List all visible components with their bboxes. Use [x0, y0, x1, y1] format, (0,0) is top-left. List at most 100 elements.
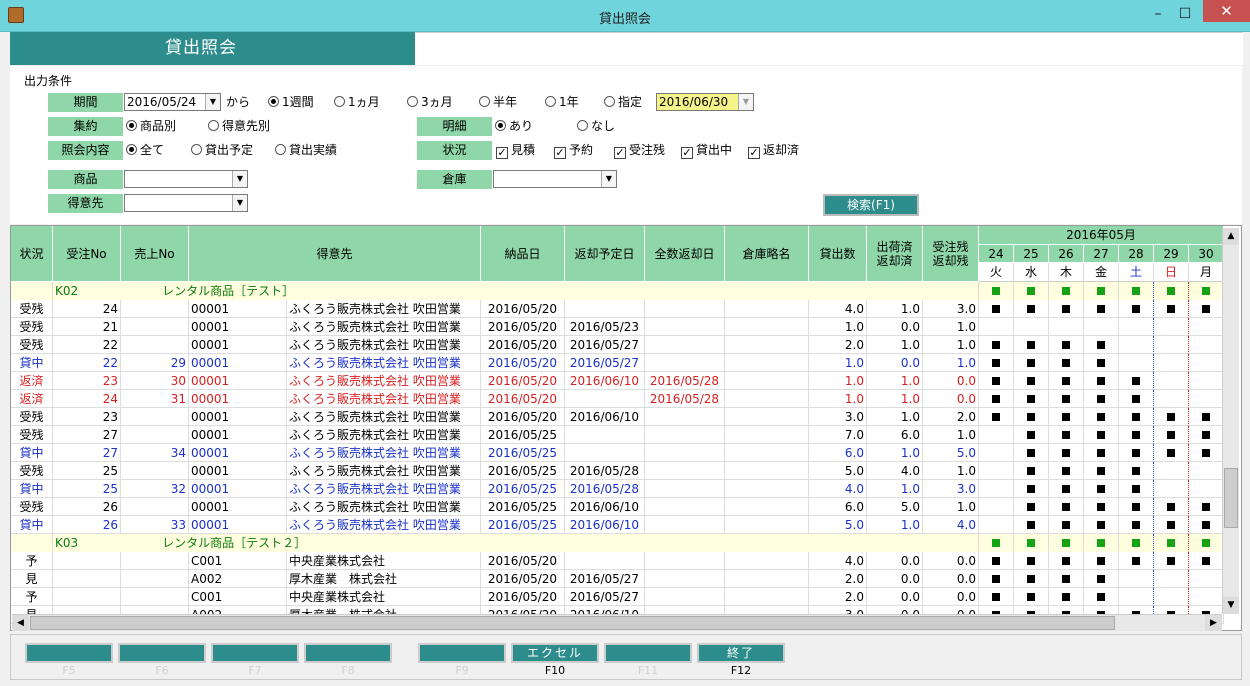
radio-icon[interactable]	[577, 120, 588, 131]
group-row[interactable]: K02 レンタル商品［テスト］	[11, 282, 1225, 300]
radio-icon[interactable]	[407, 96, 418, 107]
radio-icon[interactable]	[126, 120, 137, 131]
product-select[interactable]: ▼	[124, 170, 248, 188]
aggregate-opt-product[interactable]: 商品別	[126, 117, 176, 136]
horizontal-scrollbar[interactable]: ◀ ▶	[12, 614, 1222, 631]
table-row[interactable]: 貸中 25 32 00001 ふくろう販売株式会社 吹田営業 2016/05/25 2016…	[11, 480, 1225, 498]
radio-icon[interactable]	[275, 144, 286, 155]
specified-date[interactable]: 2016/06/30 ▼	[656, 93, 754, 111]
checkbox-icon[interactable]: ✓	[554, 147, 566, 159]
scroll-left-icon[interactable]: ◀	[12, 615, 29, 631]
column-header-remaining[interactable]: 受注残 返却残	[923, 226, 979, 282]
column-header-order-no[interactable]: 受注No	[53, 226, 121, 282]
radio-icon[interactable]	[604, 96, 615, 107]
period-opt-1week[interactable]: 1週間	[268, 93, 314, 112]
table-row[interactable]: 貸中 27 34 00001 ふくろう販売株式会社 吹田営業 2016/05/25 6.0 1…	[11, 444, 1225, 462]
column-header-warehouse[interactable]: 倉庫略名	[725, 226, 809, 282]
status-chk-reserve[interactable]: ✓ 予約	[554, 141, 593, 160]
checkbox-icon[interactable]: ✓	[496, 147, 508, 159]
scroll-up-icon[interactable]: ▲	[1223, 228, 1239, 245]
table-cell: 受残	[11, 462, 53, 480]
chevron-down-icon[interactable]: ▼	[738, 94, 753, 110]
group-row[interactable]: K03 レンタル商品［テスト２］	[11, 534, 1225, 552]
radio-icon[interactable]	[545, 96, 556, 107]
period-opt-1year[interactable]: 1年	[545, 93, 579, 112]
column-header-status[interactable]: 状況	[11, 226, 53, 282]
checkbox-icon[interactable]: ✓	[748, 147, 760, 159]
column-header-delivery-date[interactable]: 納品日	[481, 226, 565, 282]
fkey-f6-button[interactable]	[118, 643, 206, 663]
table-row[interactable]: 受残 27 00001 ふくろう販売株式会社 吹田営業 2016/05/25 7.0 6.0…	[11, 426, 1225, 444]
status-chk-estimate[interactable]: ✓ 見積	[496, 141, 535, 160]
chevron-down-icon[interactable]: ▼	[205, 94, 220, 110]
fkey-f8-button[interactable]	[304, 643, 392, 663]
chevron-down-icon[interactable]: ▼	[232, 171, 247, 187]
radio-icon[interactable]	[479, 96, 490, 107]
radio-icon[interactable]	[191, 144, 202, 155]
scroll-right-icon[interactable]: ▶	[1205, 615, 1222, 631]
column-header-full-return[interactable]: 全数返却日	[645, 226, 725, 282]
minimize-icon[interactable]: –	[1145, 4, 1171, 24]
table-cell: 2016/05/27	[565, 354, 645, 372]
table-row[interactable]: 受残 21 00001 ふくろう販売株式会社 吹田営業 2016/05/20 2016/0…	[11, 318, 1225, 336]
period-opt-3month[interactable]: 3ヵ月	[407, 93, 453, 112]
fkey-f10-button[interactable]: エクセル	[511, 643, 599, 663]
radio-icon[interactable]	[495, 120, 506, 131]
table-cell	[645, 462, 725, 480]
checkbox-icon[interactable]: ✓	[614, 147, 626, 159]
table-cell: 29	[121, 354, 189, 372]
vertical-scrollbar[interactable]: ▲ ▼	[1222, 228, 1239, 614]
fkey-f7-button[interactable]	[211, 643, 299, 663]
radio-icon[interactable]	[126, 144, 137, 155]
customer-select[interactable]: ▼	[124, 194, 248, 212]
table-row[interactable]: 貸中 22 29 00001 ふくろう販売株式会社 吹田営業 2016/05/20 2016…	[11, 354, 1225, 372]
table-row[interactable]: 予 C001 中央産業株式会社 2016/05/20 4.0 0.0 0.0	[11, 552, 1225, 570]
column-header-shipped[interactable]: 出荷済 返却済	[867, 226, 923, 282]
fkey-f5-button[interactable]	[25, 643, 113, 663]
table-row[interactable]: 受残 26 00001 ふくろう販売株式会社 吹田営業 2016/05/25 2016/0…	[11, 498, 1225, 516]
close-icon[interactable]: ✕	[1203, 0, 1250, 22]
status-chk-lending[interactable]: ✓ 貸出中	[681, 141, 732, 160]
table-row[interactable]: 見 A002 厚木産業 株式会社 2016/05/20 2016/05/27 2.0 0.0…	[11, 570, 1225, 588]
table-row[interactable]: 返済 23 30 00001 ふくろう販売株式会社 吹田営業 2016/05/20 2016…	[11, 372, 1225, 390]
column-header-sales-no[interactable]: 売上No	[121, 226, 189, 282]
search-button[interactable]: 検索(F1)	[823, 194, 919, 216]
fkey-f11-button[interactable]	[604, 643, 692, 663]
status-chk-order[interactable]: ✓ 受注残	[614, 141, 665, 160]
aggregate-opt-customer[interactable]: 得意先別	[208, 117, 270, 136]
hscroll-thumb[interactable]	[30, 616, 1115, 630]
period-opt-specify[interactable]: 指定	[604, 93, 642, 112]
chevron-down-icon[interactable]: ▼	[601, 171, 616, 187]
detail-opt-no[interactable]: なし	[577, 117, 615, 136]
chevron-down-icon[interactable]: ▼	[232, 195, 247, 211]
table-row[interactable]: 受残 25 00001 ふくろう販売株式会社 吹田営業 2016/05/25 2016/0…	[11, 462, 1225, 480]
status-chk-returned[interactable]: ✓ 返却済	[748, 141, 799, 160]
day-mark	[1084, 534, 1119, 552]
table-row[interactable]: 受残 24 00001 ふくろう販売株式会社 吹田営業 2016/05/20 4.0 1.0…	[11, 300, 1225, 318]
scroll-down-icon[interactable]: ▼	[1223, 597, 1239, 614]
table-row[interactable]: 予 C001 中央産業株式会社 2016/05/20 2016/05/27 2.0 0.0 0…	[11, 588, 1225, 606]
table-row[interactable]: 受残 22 00001 ふくろう販売株式会社 吹田営業 2016/05/20 2016/0…	[11, 336, 1225, 354]
radio-icon[interactable]	[334, 96, 345, 107]
table-row[interactable]: 受残 23 00001 ふくろう販売株式会社 吹田営業 2016/05/20 2016/0…	[11, 408, 1225, 426]
detail-opt-yes[interactable]: あり	[495, 117, 533, 136]
period-from-date[interactable]: 2016/05/24 ▼	[124, 93, 221, 111]
period-opt-half[interactable]: 半年	[479, 93, 517, 112]
maximize-icon[interactable]: ☐	[1172, 4, 1198, 24]
column-header-customer[interactable]: 得意先	[189, 226, 481, 282]
fkey-f12-button[interactable]: 終了	[697, 643, 785, 663]
content-opt-all[interactable]: 全て	[126, 141, 164, 160]
period-opt-1month[interactable]: 1ヵ月	[334, 93, 380, 112]
column-header-return-due[interactable]: 返却予定日	[565, 226, 645, 282]
scroll-thumb[interactable]	[1224, 468, 1238, 528]
radio-icon[interactable]	[268, 96, 279, 107]
content-opt-actual[interactable]: 貸出実績	[275, 141, 337, 160]
checkbox-icon[interactable]: ✓	[681, 147, 693, 159]
warehouse-select[interactable]: ▼	[493, 170, 617, 188]
radio-icon[interactable]	[208, 120, 219, 131]
table-row[interactable]: 貸中 26 33 00001 ふくろう販売株式会社 吹田営業 2016/05/25 2016…	[11, 516, 1225, 534]
fkey-f9-button[interactable]	[418, 643, 506, 663]
content-opt-plan[interactable]: 貸出予定	[191, 141, 253, 160]
table-row[interactable]: 返済 24 31 00001 ふくろう販売株式会社 吹田営業 2016/05/20 2016…	[11, 390, 1225, 408]
column-header-qty[interactable]: 貸出数	[809, 226, 867, 282]
